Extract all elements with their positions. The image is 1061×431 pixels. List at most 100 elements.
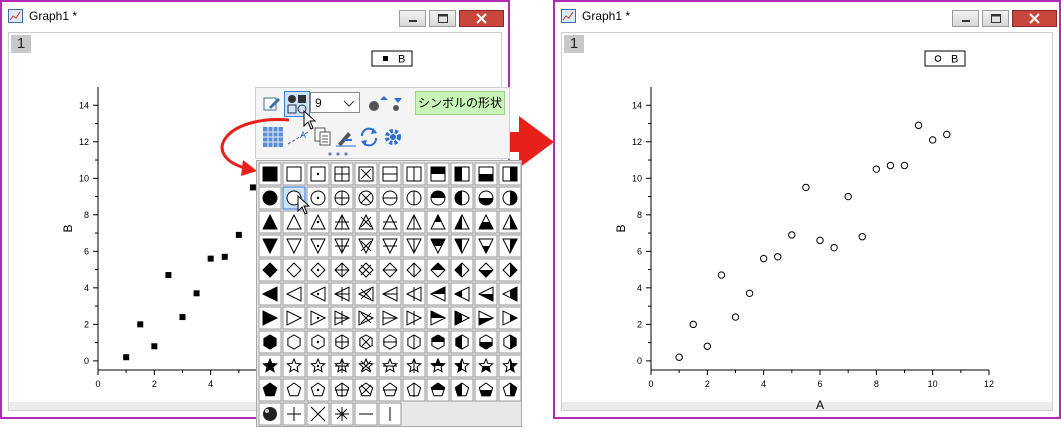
symbol-cell[interactable]	[498, 378, 522, 402]
symbol-cell[interactable]	[354, 330, 378, 354]
symbol-cell[interactable]	[330, 330, 354, 354]
symbol-cell[interactable]	[306, 258, 330, 282]
symbol-cell[interactable]	[306, 354, 330, 378]
symbol-cell[interactable]	[402, 234, 426, 258]
symbol-cell[interactable]	[474, 258, 498, 282]
symbol-cell[interactable]	[258, 282, 282, 306]
symbol-cell[interactable]	[282, 234, 306, 258]
symbol-cell[interactable]	[498, 330, 522, 354]
symbol-cell[interactable]	[354, 234, 378, 258]
symbol-cell[interactable]	[450, 234, 474, 258]
minimize-button[interactable]	[399, 10, 426, 27]
symbol-cell[interactable]	[498, 186, 522, 210]
symbol-cell[interactable]	[378, 330, 402, 354]
symbol-cell[interactable]	[426, 282, 450, 306]
symbol-cell[interactable]	[378, 354, 402, 378]
symbol-cell[interactable]	[306, 162, 330, 186]
symbol-cell[interactable]	[378, 210, 402, 234]
symbol-cell[interactable]	[378, 162, 402, 186]
symbol-cell[interactable]	[426, 258, 450, 282]
symbol-cell[interactable]	[306, 306, 330, 330]
symbol-cell[interactable]	[474, 186, 498, 210]
symbol-cell[interactable]	[498, 210, 522, 234]
paste-format-icon[interactable]	[334, 126, 358, 148]
symbol-cell[interactable]	[354, 210, 378, 234]
symbol-cell[interactable]	[330, 282, 354, 306]
symbol-cell[interactable]	[402, 282, 426, 306]
symbol-cell[interactable]	[474, 354, 498, 378]
symbol-cell[interactable]	[378, 234, 402, 258]
symbol-cell[interactable]	[378, 306, 402, 330]
symbol-cell[interactable]	[498, 234, 522, 258]
symbol-cell[interactable]	[474, 234, 498, 258]
symbol-cell[interactable]	[402, 210, 426, 234]
symbol-cell[interactable]	[330, 378, 354, 402]
symbol-cell[interactable]	[306, 282, 330, 306]
symbol-cell[interactable]	[450, 210, 474, 234]
symbol-cell[interactable]	[258, 258, 282, 282]
symbol-cell[interactable]	[402, 330, 426, 354]
symbol-cell[interactable]	[330, 258, 354, 282]
symbol-cell[interactable]	[282, 330, 306, 354]
more-options-icon[interactable]	[326, 151, 350, 157]
symbol-cell[interactable]	[306, 330, 330, 354]
symbol-cell[interactable]	[426, 210, 450, 234]
symbol-cell[interactable]	[426, 306, 450, 330]
symbol-cell[interactable]	[258, 186, 282, 210]
symbol-cell[interactable]	[450, 330, 474, 354]
symbol-cell[interactable]	[426, 186, 450, 210]
symbol-cell[interactable]	[450, 282, 474, 306]
symbol-cell[interactable]	[354, 258, 378, 282]
symbol-cell[interactable]	[330, 402, 354, 426]
symbol-cell[interactable]	[330, 306, 354, 330]
symbol-cell[interactable]	[450, 306, 474, 330]
symbol-cell[interactable]	[498, 354, 522, 378]
symbol-cell[interactable]	[450, 186, 474, 210]
minimize-button[interactable]	[952, 10, 979, 27]
symbol-cell[interactable]	[258, 162, 282, 186]
symbol-cell[interactable]	[402, 306, 426, 330]
refresh-icon[interactable]	[358, 126, 380, 148]
symbol-cell[interactable]	[426, 378, 450, 402]
symbol-cell[interactable]	[330, 354, 354, 378]
symbol-cell[interactable]	[282, 282, 306, 306]
symbol-cell[interactable]	[258, 306, 282, 330]
symbol-cell[interactable]	[306, 402, 330, 426]
symbol-cell[interactable]	[402, 258, 426, 282]
gear-icon[interactable]	[382, 126, 404, 148]
symbol-cell[interactable]	[498, 162, 522, 186]
symbol-cell[interactable]	[354, 402, 378, 426]
symbol-cell[interactable]	[426, 234, 450, 258]
symbol-cell[interactable]	[426, 354, 450, 378]
symbol-cell[interactable]	[378, 378, 402, 402]
symbol-cell[interactable]	[402, 162, 426, 186]
symbol-cell[interactable]	[498, 306, 522, 330]
symbol-cell[interactable]	[258, 402, 282, 426]
symbol-cell[interactable]	[354, 378, 378, 402]
symbol-cell[interactable]	[426, 162, 450, 186]
symbol-cell[interactable]	[282, 378, 306, 402]
symbol-cell[interactable]	[330, 234, 354, 258]
symbol-cell[interactable]	[258, 330, 282, 354]
maximize-button[interactable]	[429, 10, 456, 27]
symbol-cell[interactable]	[498, 282, 522, 306]
symbol-cell[interactable]	[402, 378, 426, 402]
symbol-cell[interactable]	[474, 378, 498, 402]
symbol-cell[interactable]	[474, 162, 498, 186]
symbol-cell[interactable]	[354, 354, 378, 378]
symbol-cell[interactable]	[330, 210, 354, 234]
symbol-cell[interactable]	[474, 306, 498, 330]
symbol-cell[interactable]	[402, 354, 426, 378]
symbol-size-dropdown[interactable]: 9	[310, 92, 360, 113]
symbol-cell[interactable]	[258, 234, 282, 258]
symbol-cell[interactable]	[282, 354, 306, 378]
symbol-cell[interactable]	[474, 210, 498, 234]
symbol-color-icon[interactable]	[366, 94, 406, 114]
symbol-cell[interactable]	[378, 186, 402, 210]
symbol-cell[interactable]	[282, 306, 306, 330]
symbol-cell[interactable]	[258, 378, 282, 402]
symbol-cell[interactable]	[282, 258, 306, 282]
symbol-cell[interactable]	[450, 378, 474, 402]
title-bar[interactable]: Graph1 *	[555, 2, 1059, 30]
symbol-cell[interactable]	[354, 282, 378, 306]
